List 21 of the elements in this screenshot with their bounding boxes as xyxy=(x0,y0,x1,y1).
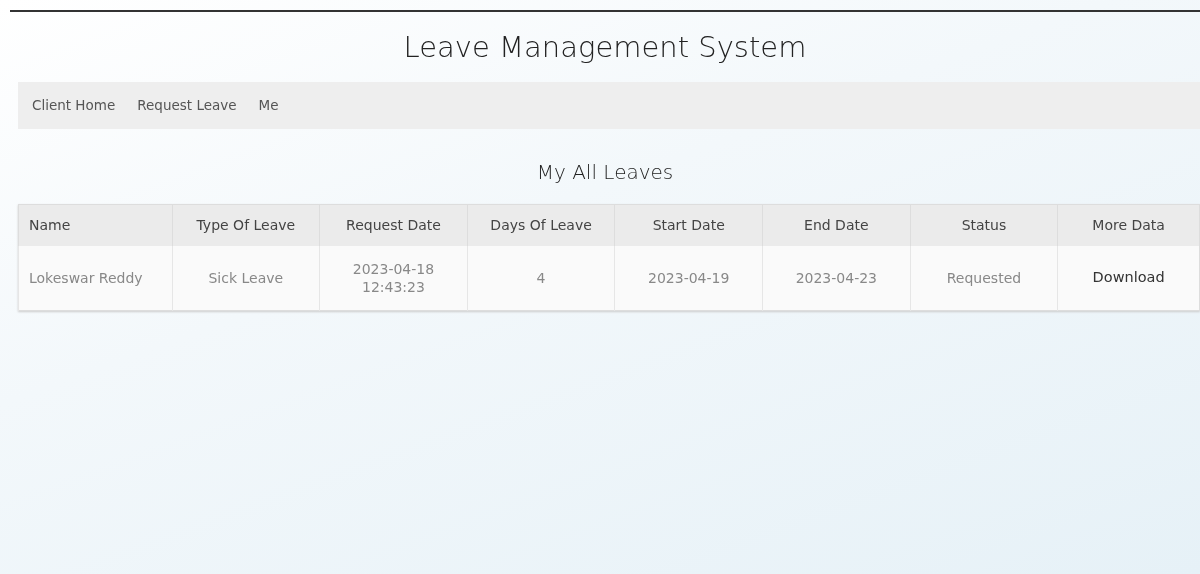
column-header: Name xyxy=(18,204,172,246)
table-cell: Lokeswar Reddy xyxy=(18,246,172,310)
table-cell: 2023-04-19 xyxy=(614,246,763,310)
column-header: Request Date xyxy=(319,204,468,246)
nav-link[interactable]: Me xyxy=(258,94,279,116)
table-cell: 4 xyxy=(467,246,615,310)
column-header: Days Of Leave xyxy=(467,204,615,246)
page-title: Leave Management System xyxy=(402,29,808,66)
nav-link[interactable]: Client Home xyxy=(32,94,116,116)
column-header: Start Date xyxy=(614,204,763,246)
table-cell: Sick Leave xyxy=(172,246,320,310)
table-cell: 2023-04-18 12:43:23 xyxy=(319,246,468,310)
column-header: More Data xyxy=(1057,204,1200,246)
section-title: My All Leaves xyxy=(535,158,675,186)
column-header: Type Of Leave xyxy=(172,204,320,246)
column-header: Status xyxy=(910,204,1058,246)
table-cell: 2023-04-23 xyxy=(762,246,911,310)
column-header: End Date xyxy=(762,204,911,246)
nav-link[interactable]: Request Leave xyxy=(137,94,237,116)
download-link[interactable]: Download xyxy=(1092,269,1165,286)
table-cell: Requested xyxy=(910,246,1058,310)
